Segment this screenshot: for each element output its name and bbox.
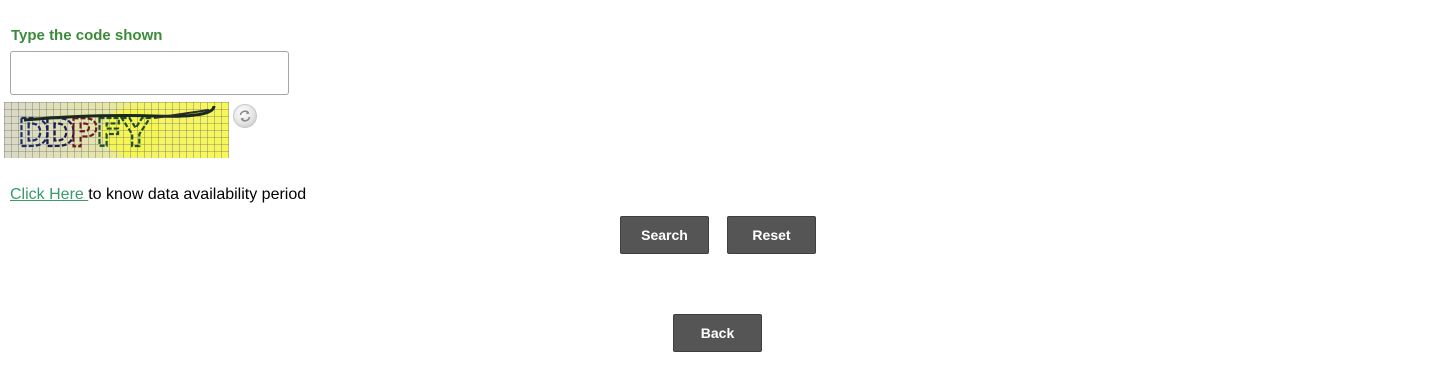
search-button[interactable]: Search bbox=[620, 216, 709, 254]
captcha-refresh-button[interactable] bbox=[233, 104, 257, 128]
availability-line: Click Here to know data availability per… bbox=[10, 186, 306, 204]
svg-text:F: F bbox=[96, 111, 122, 155]
click-here-link[interactable]: Click Here bbox=[10, 186, 88, 203]
captcha-image: D D P F Y bbox=[4, 102, 229, 158]
svg-text:Y: Y bbox=[121, 111, 150, 155]
reset-button[interactable]: Reset bbox=[727, 216, 816, 254]
availability-text: to know data availability period bbox=[88, 186, 307, 203]
captcha-label: Type the code shown bbox=[11, 27, 163, 44]
captcha-input[interactable] bbox=[10, 51, 289, 95]
back-button[interactable]: Back bbox=[673, 314, 762, 352]
search-form-page: Type the code shown D D P F Y Click Here… bbox=[0, 0, 1455, 365]
refresh-icon bbox=[239, 110, 251, 122]
